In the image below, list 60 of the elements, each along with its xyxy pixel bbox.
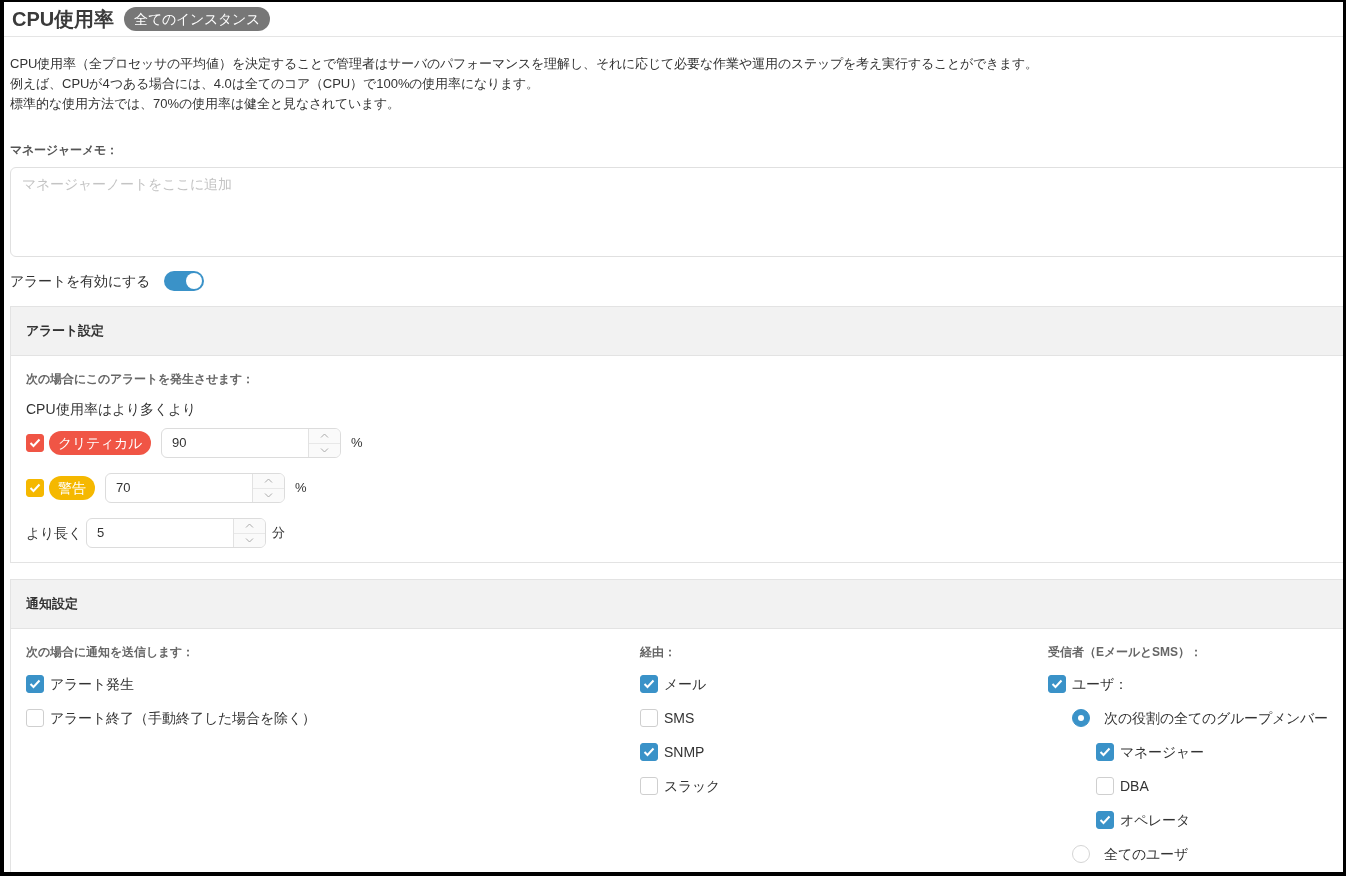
number-field[interactable]: 90 bbox=[161, 428, 341, 458]
checkbox-label: DBA bbox=[1120, 776, 1149, 796]
checkmark-icon bbox=[643, 679, 655, 689]
checkmark-icon bbox=[1051, 679, 1063, 689]
number-field[interactable]: 90 bbox=[162, 429, 308, 457]
checkbox[interactable] bbox=[1048, 675, 1066, 693]
checkbox-label: オペレータ bbox=[1120, 810, 1190, 830]
checkbox-label: アラート終了（手動終了した場合を除く） bbox=[50, 708, 316, 728]
checkmark-icon bbox=[29, 679, 41, 689]
metric-label: CPU使用率はより多くより bbox=[26, 400, 197, 419]
checkmark-icon bbox=[29, 483, 41, 493]
unit-label: 分 bbox=[272, 524, 285, 543]
number-field[interactable]: 70 bbox=[105, 473, 285, 503]
column-label: 次の場合に通知を送信します： bbox=[26, 644, 195, 661]
checkbox-label: アラート発生 bbox=[50, 674, 134, 694]
checkbox-label: SMS bbox=[664, 708, 695, 728]
checkbox[interactable] bbox=[1096, 743, 1114, 761]
column-label: 経由： bbox=[640, 644, 677, 661]
description-text: CPU使用率（全プロセッサの平均値）を決定することで管理者はサーバのパフォーマンスを理解し、それに応じて必要な作業や運用のステップを考え実行することができます。 bbox=[10, 55, 1040, 73]
unit-label: % bbox=[295, 479, 307, 498]
number-field[interactable]: 70 bbox=[106, 474, 252, 502]
radio-label: 全てのユーザ bbox=[1104, 844, 1188, 864]
checkbox[interactable] bbox=[640, 675, 658, 693]
checkbox-label: マネージャー bbox=[1120, 742, 1204, 762]
checkmark-icon bbox=[29, 438, 41, 448]
checkbox[interactable] bbox=[640, 709, 658, 727]
checkbox-label: メール bbox=[664, 674, 706, 694]
number-field[interactable]: 5 bbox=[87, 519, 233, 547]
checkbox[interactable] bbox=[26, 479, 44, 497]
number-field[interactable]: 5 bbox=[86, 518, 266, 548]
checkbox[interactable] bbox=[1096, 811, 1114, 829]
radio-button[interactable] bbox=[1072, 709, 1090, 727]
severity-badge: クリティカル bbox=[49, 431, 151, 455]
condition-label: 次の場合にこのアラートを発生させます： bbox=[26, 371, 255, 388]
checkbox-label: ユーザ： bbox=[1072, 674, 1128, 694]
severity-badge: 警告 bbox=[49, 476, 95, 500]
duration-label: より長く bbox=[26, 523, 82, 543]
toggle-label: アラートを有効にする bbox=[10, 271, 150, 291]
checkbox[interactable] bbox=[26, 675, 44, 693]
radio-label: 次の役割の全てのグループメンバー bbox=[1104, 708, 1328, 728]
unit-label: % bbox=[351, 434, 363, 453]
panel-title: 通知設定 bbox=[26, 595, 78, 614]
description-text: 標準的な使用方法では、70%の使用率は健全と見なされています。 bbox=[10, 95, 402, 113]
page-title: CPU使用率 bbox=[12, 7, 115, 32]
checkbox-label: SNMP bbox=[664, 742, 705, 762]
scope-badge: 全てのインスタンス bbox=[124, 7, 271, 31]
checkmark-icon bbox=[1099, 815, 1111, 825]
checkbox[interactable] bbox=[26, 709, 44, 727]
field-label: マネージャーメモ： bbox=[9, 142, 119, 159]
description-text: 例えば、CPUが4つある場合には、4.0は全てのコア（CPU）で100%の使用率になります。 bbox=[10, 75, 541, 93]
checkbox-label: スラック bbox=[664, 776, 720, 796]
checkbox[interactable] bbox=[1096, 777, 1114, 795]
checkmark-icon bbox=[1099, 747, 1111, 757]
panel-title: アラート設定 bbox=[26, 322, 104, 341]
column-label: 受信者（EメールとSMS）： bbox=[1048, 644, 1203, 661]
toggle-switch[interactable] bbox=[164, 271, 204, 291]
checkbox[interactable] bbox=[640, 777, 658, 795]
checkbox[interactable] bbox=[640, 743, 658, 761]
checkbox[interactable] bbox=[26, 434, 44, 452]
checkmark-icon bbox=[643, 747, 655, 757]
